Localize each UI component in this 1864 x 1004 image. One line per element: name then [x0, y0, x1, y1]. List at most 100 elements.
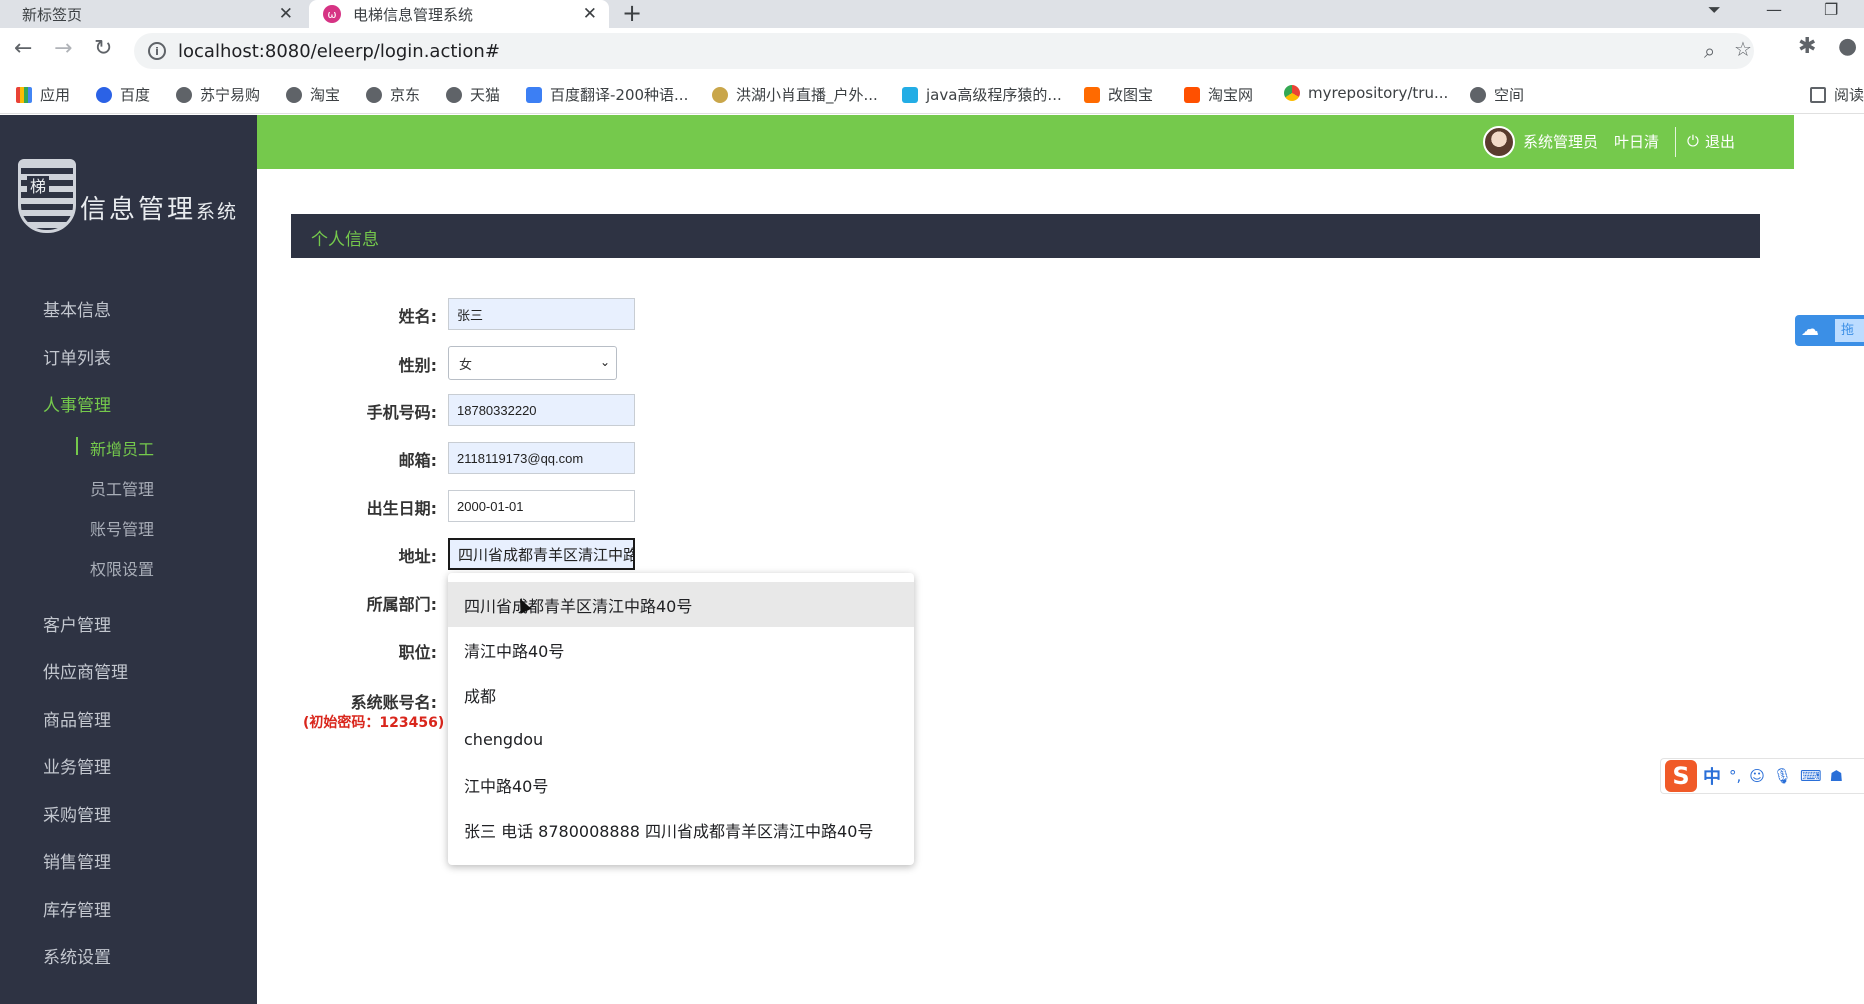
logo-subtitle: 系统 [196, 201, 239, 223]
emoji-icon[interactable]: ☺ [1749, 767, 1765, 785]
sidebar-item-inventory[interactable]: 库存管理 [43, 896, 111, 921]
gender-label: 性别: [398, 356, 437, 375]
minimize-icon[interactable]: — [1766, 0, 1782, 19]
user-icon[interactable]: ☗ [1830, 767, 1843, 785]
keyboard-icon[interactable]: ⌨ [1800, 767, 1822, 785]
bookmark-reading-list[interactable]: 阅读 [1810, 84, 1864, 105]
shield-logo-icon: 梯 [18, 159, 76, 233]
sidebar-item-order-list[interactable]: 订单列表 [43, 344, 111, 369]
address-toolbar: ← → ↻ i localhost:8080/eleerp/login.acti… [0, 28, 1864, 74]
taobao-icon [1184, 86, 1200, 103]
user-role: 系统管理员 [1523, 133, 1599, 151]
position-label: 职位: [398, 643, 437, 662]
globe-icon [286, 86, 302, 103]
url-bar[interactable]: i localhost:8080/eleerp/login.action# ⌕ … [134, 33, 1754, 69]
initial-password-hint: (初始密码：123456) [303, 715, 445, 731]
app-header: 系统管理员 叶日清 ⏻ 退出 [257, 115, 1794, 169]
chrome-icon [1284, 85, 1300, 101]
bookmark-myrepository[interactable]: myrepository/tru... [1284, 84, 1448, 102]
sidebar-item-basic-info[interactable]: 基本信息 [43, 296, 111, 321]
globe-icon [176, 86, 192, 103]
panel-title: 个人信息 [311, 230, 379, 250]
autocomplete-option[interactable]: chengdou [448, 717, 914, 762]
sidebar-item-suppliers[interactable]: 供应商管理 [43, 658, 128, 683]
avatar[interactable] [1483, 126, 1515, 158]
address-label: 地址: [398, 547, 437, 566]
globe-icon [1470, 86, 1486, 103]
autocomplete-option[interactable]: 江中路40号 [448, 762, 914, 807]
name-field[interactable]: 张三 [448, 298, 635, 330]
bookmark-taobao-net[interactable]: 淘宝网 [1184, 84, 1253, 105]
browser-tab-strip: 新标签页 ✕ ω 电梯信息管理系统 ✕ + ⏷ — ❐ [0, 0, 1864, 28]
cloud-icon: ☁ [1801, 319, 1819, 340]
close-icon[interactable]: ✕ [279, 4, 293, 24]
cloud-drag-tab[interactable]: 拖 [1835, 319, 1864, 342]
tab-search-icon[interactable]: ⏷ [1708, 0, 1721, 20]
bookmark-gaitubao[interactable]: 改图宝 [1084, 84, 1153, 105]
baidu-paw-icon [96, 86, 112, 103]
address-field[interactable]: 四川省成都青羊区清江中路 [448, 538, 635, 570]
close-icon[interactable]: ✕ [583, 4, 597, 24]
phone-field[interactable]: 18780332220 [448, 394, 635, 426]
bookmark-bilibili[interactable]: java高级程序猿的... [902, 84, 1062, 105]
forward-arrow-icon[interactable]: → [54, 36, 72, 61]
email-label: 邮箱: [398, 451, 437, 470]
reload-icon[interactable]: ↻ [94, 36, 112, 61]
browser-tab-app[interactable]: ω 电梯信息管理系统 ✕ [309, 0, 609, 28]
sidebar-subitem-account-mgmt[interactable]: 账号管理 [90, 516, 154, 540]
sidebar-item-customers[interactable]: 客户管理 [43, 611, 111, 636]
header-divider [1675, 127, 1676, 157]
bookmark-tmall[interactable]: 天猫 [446, 84, 500, 105]
bookmark-suning[interactable]: 苏宁易购 [176, 84, 260, 105]
bookmark-jd[interactable]: 京东 [366, 84, 420, 105]
ime-language-toggle[interactable]: 中 [1703, 763, 1721, 789]
bookmark-apps[interactable]: 应用 [16, 84, 70, 105]
tab-title: 电梯信息管理系统 [353, 5, 474, 24]
email-field[interactable]: 2118119173@qq.com [448, 442, 635, 474]
name-label: 姓名: [398, 307, 437, 326]
restore-icon[interactable]: ❐ [1824, 0, 1838, 19]
sidebar-item-products[interactable]: 商品管理 [43, 706, 111, 731]
site-info-icon[interactable]: i [148, 42, 166, 60]
punctuation-icon[interactable]: °, [1729, 767, 1741, 785]
globe-icon [446, 86, 462, 103]
user-name[interactable]: 叶日清 [1614, 131, 1659, 152]
sidebar-item-purchasing[interactable]: 采购管理 [43, 801, 111, 826]
bookmarks-bar: 应用 百度 苏宁易购 淘宝 京东 天猫 百度翻译-200种语... 洪湖小肖直播… [0, 74, 1864, 114]
back-arrow-icon[interactable]: ← [14, 36, 32, 61]
department-label: 所属部门: [366, 595, 437, 614]
sidebar-subitem-add-employee[interactable]: 新增员工 [90, 436, 154, 460]
sidebar-item-hr[interactable]: 人事管理 [43, 391, 111, 416]
bookmark-space[interactable]: 空间 [1470, 84, 1524, 105]
zoom-icon[interactable]: ⌕ [1704, 39, 1715, 63]
orange-square-icon [1084, 86, 1100, 103]
reading-list-icon [1810, 86, 1826, 103]
bookmark-star-icon[interactable]: ☆ [1734, 37, 1752, 61]
extensions-icon[interactable]: ✱ [1798, 34, 1816, 59]
logout-button[interactable]: 退出 [1705, 131, 1735, 152]
gender-select[interactable]: 女 ⌄ [448, 346, 617, 380]
phone-label: 手机号码: [366, 403, 437, 422]
power-icon[interactable]: ⏻ [1687, 132, 1699, 150]
autocomplete-option[interactable]: 成都 [448, 672, 914, 717]
sidebar-item-settings[interactable]: 系统设置 [43, 943, 111, 968]
autocomplete-option[interactable]: 清江中路40号 [448, 627, 914, 672]
apps-grid-icon [16, 86, 32, 103]
bookmark-baidu-translate[interactable]: 百度翻译-200种语... [526, 84, 688, 105]
browser-tab-newtab[interactable]: 新标签页 ✕ [0, 0, 305, 28]
bookmark-hongh-live[interactable]: 洪湖小肖直播_户外... [712, 84, 878, 105]
sidebar-item-business[interactable]: 业务管理 [43, 753, 111, 778]
bookmark-taobao[interactable]: 淘宝 [286, 84, 340, 105]
profile-icon[interactable]: ● [1838, 34, 1857, 59]
birth-date-field[interactable]: 2000-01-01 [448, 490, 635, 522]
sogou-logo-icon[interactable]: S [1665, 760, 1697, 792]
autocomplete-option[interactable]: 张三 电话 8780008888 四川省成都青羊区清江中路40号 [448, 807, 914, 852]
sidebar-item-sales[interactable]: 销售管理 [43, 848, 111, 873]
microphone-icon[interactable]: 🎙 [1773, 767, 1792, 785]
sidebar: 梯 信息管理系统 基本信息 订单列表 人事管理 新增员工 员工管理 账号管理 权… [0, 115, 257, 1004]
sidebar-subitem-employee-mgmt[interactable]: 员工管理 [90, 476, 154, 500]
new-tab-button[interactable]: + [622, 0, 642, 27]
sidebar-subitem-permissions[interactable]: 权限设置 [90, 556, 154, 580]
bookmark-baidu[interactable]: 百度 [96, 84, 150, 105]
cloud-drive-widget[interactable]: ☁ 拖 [1795, 315, 1864, 346]
